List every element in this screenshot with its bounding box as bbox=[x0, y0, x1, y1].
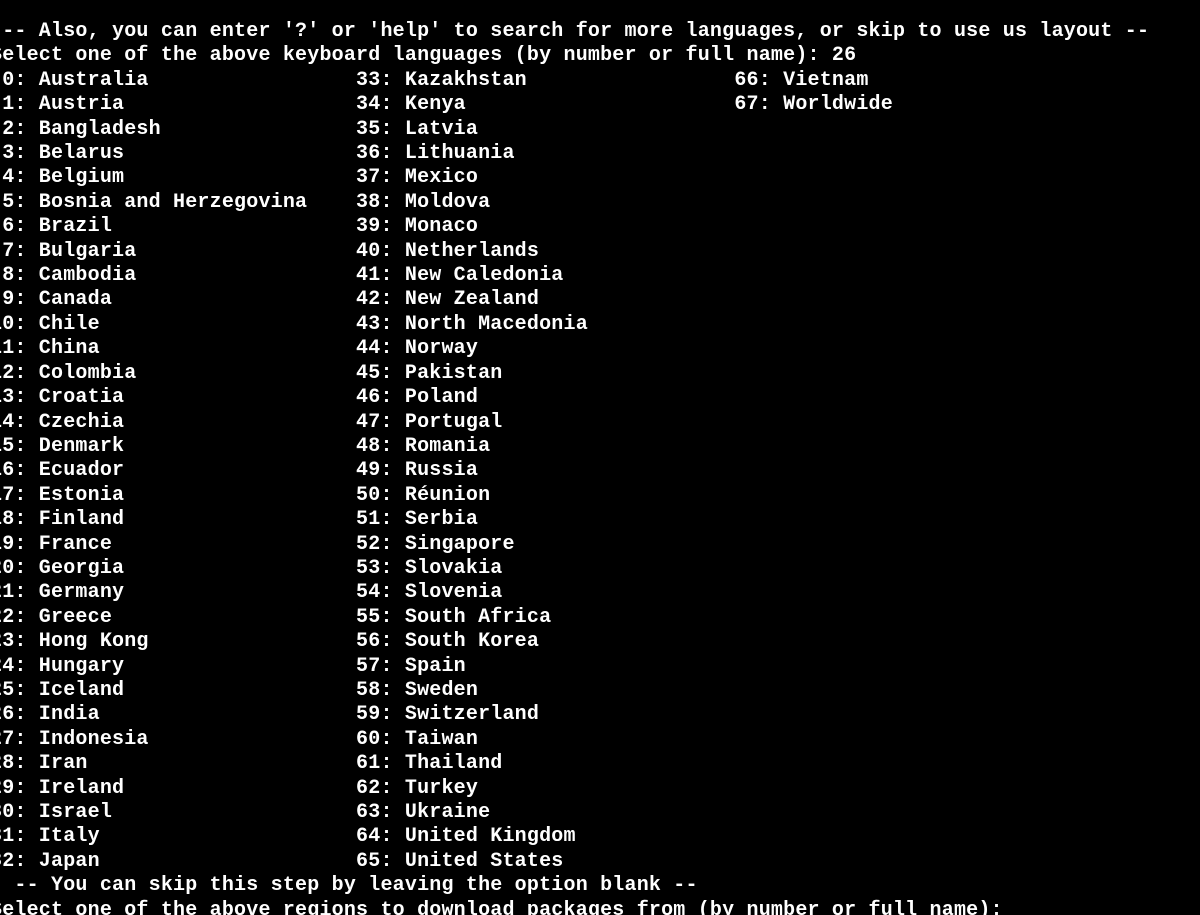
region-row: 15: Denmark 48: Romania bbox=[0, 435, 1190, 459]
region-row: 0: Australia 33: Kazakhstan 66: Vietnam bbox=[0, 69, 1190, 93]
region-row: 28: Iran 61: Thailand bbox=[0, 752, 1190, 776]
region-row: 16: Ecuador 49: Russia bbox=[0, 459, 1190, 483]
region-row: 10: Chile 43: North Macedonia bbox=[0, 313, 1190, 337]
region-row: 2: Bangladesh 35: Latvia bbox=[0, 118, 1190, 142]
language-prompt[interactable]: Select one of the above keyboard languag… bbox=[0, 44, 1190, 68]
region-row: 29: Ireland 62: Turkey bbox=[0, 777, 1190, 801]
region-row: 17: Estonia 50: Réunion bbox=[0, 484, 1190, 508]
skip-hint: -- You can skip this step by leaving the… bbox=[0, 874, 1190, 898]
terminal-screen[interactable]: -- Also, you can enter '?' or 'help' to … bbox=[0, 20, 1190, 915]
region-row: 23: Hong Kong 56: South Korea bbox=[0, 630, 1190, 654]
region-row: 30: Israel 63: Ukraine bbox=[0, 801, 1190, 825]
region-row: 4: Belgium 37: Mexico bbox=[0, 166, 1190, 190]
region-row: 7: Bulgaria 40: Netherlands bbox=[0, 240, 1190, 264]
region-row: 27: Indonesia 60: Taiwan bbox=[0, 728, 1190, 752]
region-row: 25: Iceland 58: Sweden bbox=[0, 679, 1190, 703]
hint-line: -- Also, you can enter '?' or 'help' to … bbox=[0, 20, 1190, 44]
region-row: 19: France 52: Singapore bbox=[0, 533, 1190, 557]
region-row: 31: Italy 64: United Kingdom bbox=[0, 825, 1190, 849]
region-row: 26: India 59: Switzerland bbox=[0, 703, 1190, 727]
region-row: 32: Japan 65: United States bbox=[0, 850, 1190, 874]
region-prompt[interactable]: Select one of the above regions to downl… bbox=[0, 899, 1190, 915]
region-row: 6: Brazil 39: Monaco bbox=[0, 215, 1190, 239]
region-row: 21: Germany 54: Slovenia bbox=[0, 581, 1190, 605]
region-row: 12: Colombia 45: Pakistan bbox=[0, 362, 1190, 386]
region-row: 8: Cambodia 41: New Caledonia bbox=[0, 264, 1190, 288]
region-row: 14: Czechia 47: Portugal bbox=[0, 411, 1190, 435]
region-row: 24: Hungary 57: Spain bbox=[0, 655, 1190, 679]
region-row: 11: China 44: Norway bbox=[0, 337, 1190, 361]
region-row: 1: Austria 34: Kenya 67: Worldwide bbox=[0, 93, 1190, 117]
region-row: 3: Belarus 36: Lithuania bbox=[0, 142, 1190, 166]
region-row: 9: Canada 42: New Zealand bbox=[0, 288, 1190, 312]
region-row: 5: Bosnia and Herzegovina 38: Moldova bbox=[0, 191, 1190, 215]
region-row: 18: Finland 51: Serbia bbox=[0, 508, 1190, 532]
region-row: 22: Greece 55: South Africa bbox=[0, 606, 1190, 630]
region-row: 13: Croatia 46: Poland bbox=[0, 386, 1190, 410]
region-row: 20: Georgia 53: Slovakia bbox=[0, 557, 1190, 581]
